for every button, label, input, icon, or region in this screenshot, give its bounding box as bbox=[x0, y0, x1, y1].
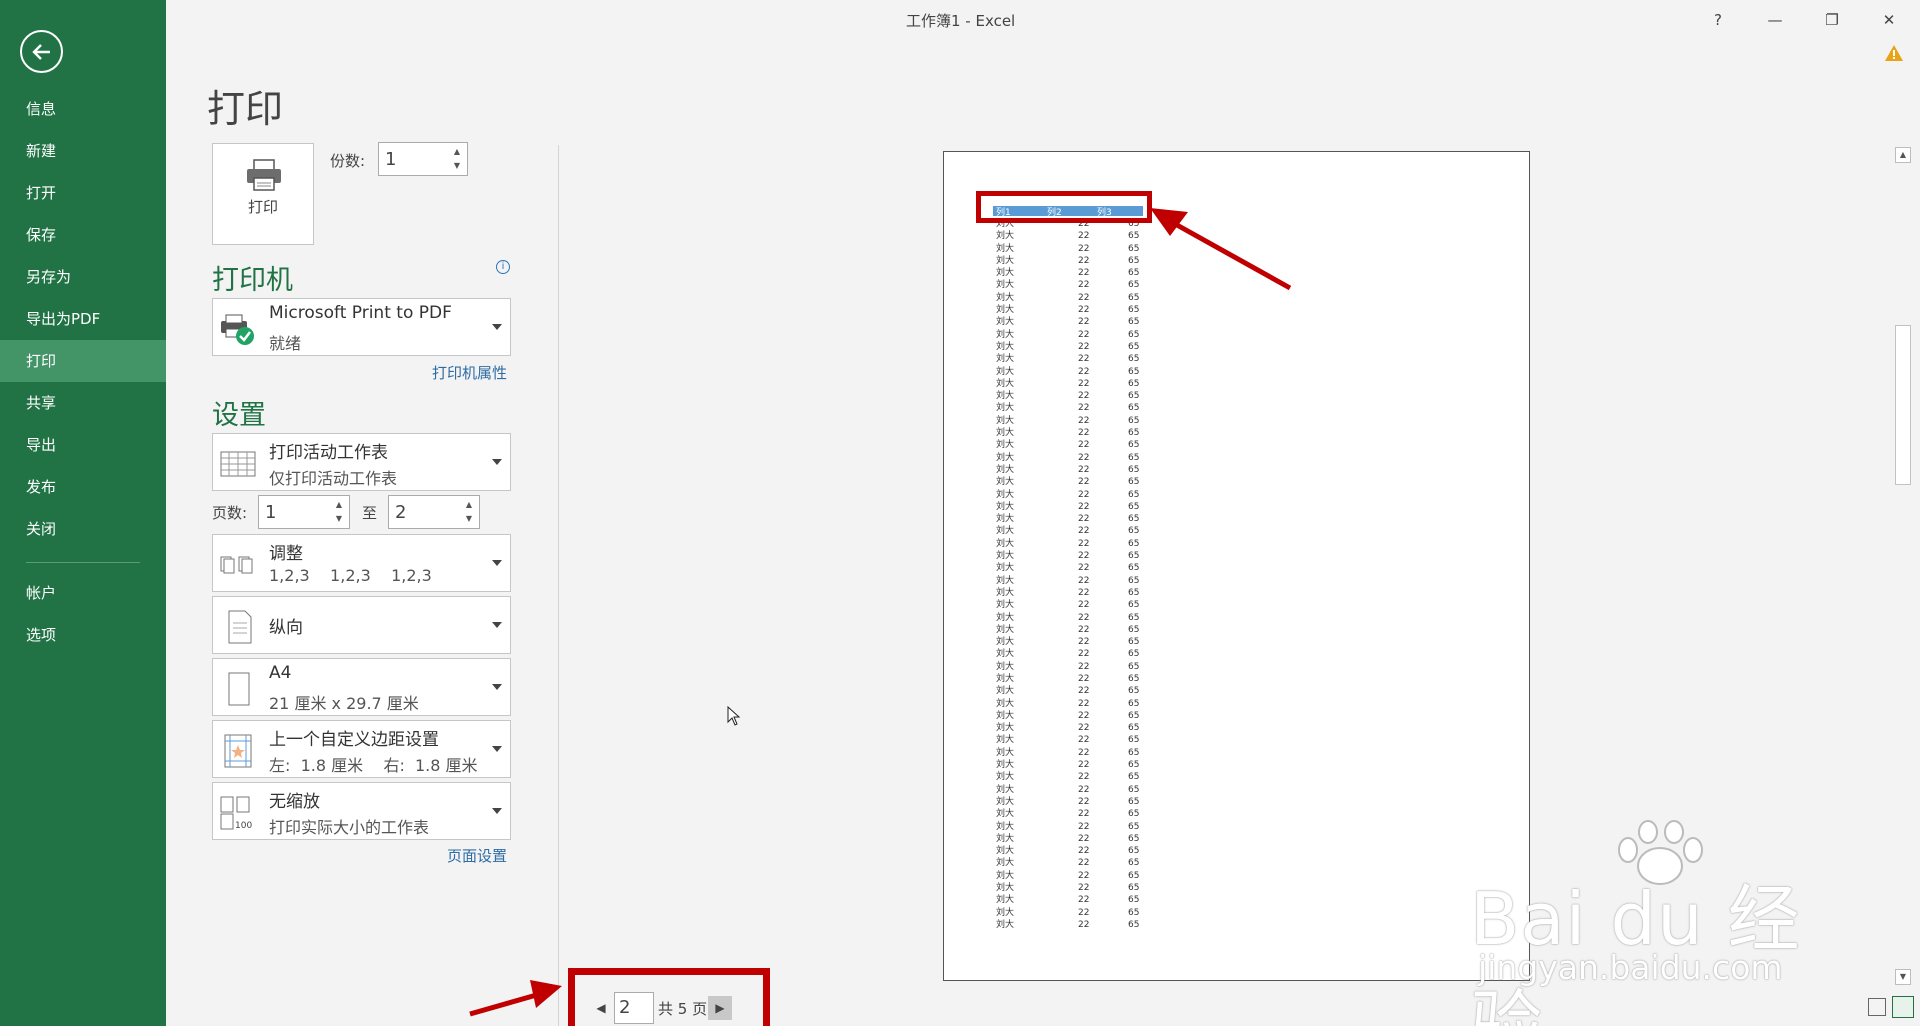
mouse-cursor-icon bbox=[727, 706, 741, 726]
annotation-arrow-icon bbox=[469, 980, 562, 1017]
baidu-watermark: Bai du 经验 jingyan.baidu.com bbox=[1470, 820, 1830, 1026]
annotation-arrow-icon bbox=[1150, 208, 1292, 291]
watermark-sub-text: jingyan.baidu.com bbox=[1478, 948, 1783, 987]
watermark-main-text: Bai du 经验 bbox=[1470, 877, 1801, 1026]
